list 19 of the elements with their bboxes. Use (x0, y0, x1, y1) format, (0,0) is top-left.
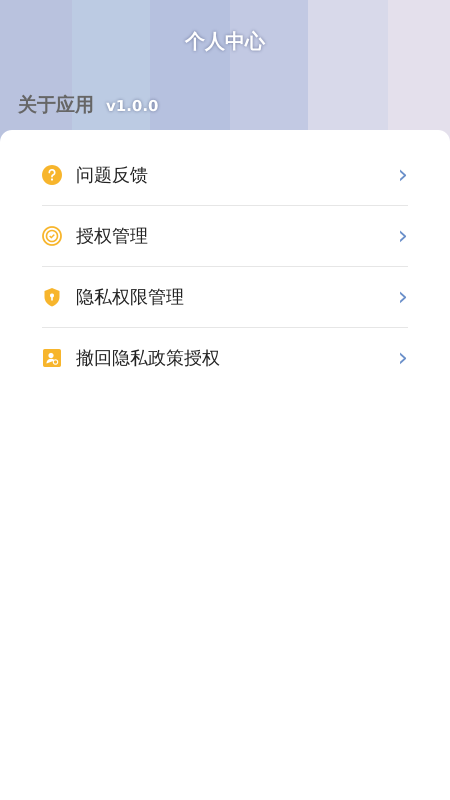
menu-item[interactable]: 隐私权限管理 › (42, 267, 408, 327)
menu-label: 撤回隐私政策授权 (76, 347, 221, 370)
menu-label: 授权管理 (76, 225, 149, 248)
about-app-label: 关于应用 (18, 93, 94, 118)
page-title: 个人中心 (184, 28, 266, 55)
shield-icon (42, 287, 62, 307)
chevron-icon: › (398, 162, 408, 188)
question-icon (42, 165, 62, 185)
user-icon (42, 348, 62, 368)
chevron-icon: › (398, 284, 408, 310)
menu-label: 隐私权限管理 (76, 286, 185, 309)
menu-item[interactable]: 问题反馈 › (42, 145, 408, 205)
badge-icon (42, 226, 62, 246)
menu-item[interactable]: 撤回隐私政策授权 › (42, 328, 408, 388)
menu-label: 问题反馈 (76, 164, 149, 187)
menu-item[interactable]: 授权管理 › (42, 206, 408, 266)
version-label: v1.0.0 (106, 97, 158, 115)
chevron-icon: › (398, 223, 408, 249)
chevron-icon: › (398, 345, 408, 371)
